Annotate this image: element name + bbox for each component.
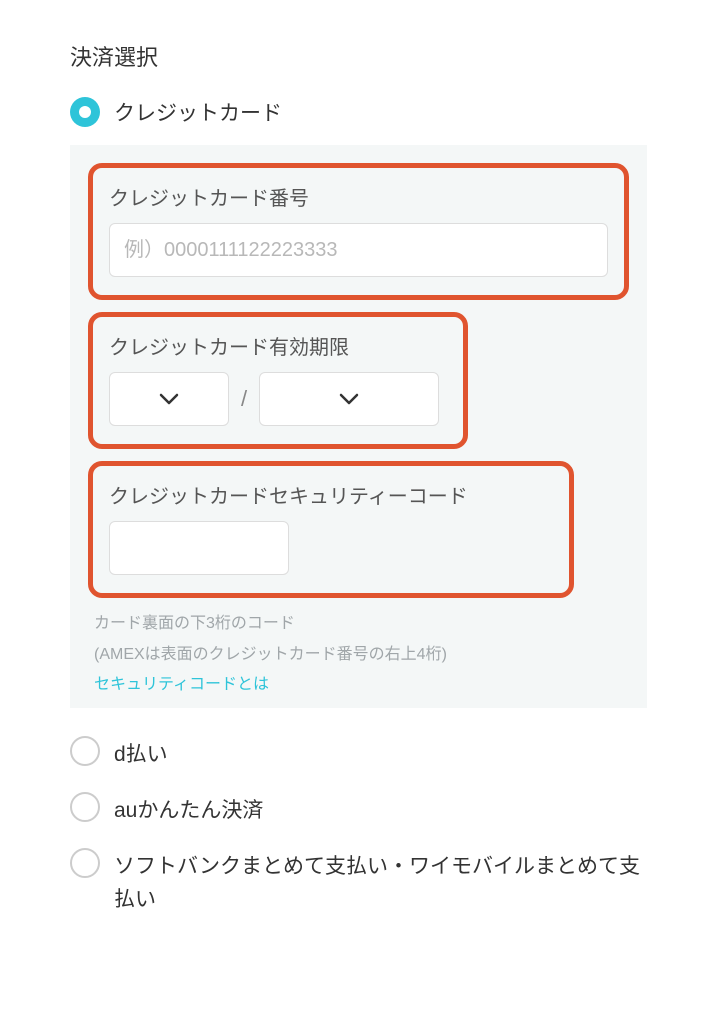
- credit-card-label: クレジットカード: [114, 97, 282, 127]
- card-security-highlight: クレジットカードセキュリティーコード: [88, 461, 574, 598]
- d-barai-label: d払い: [114, 736, 168, 772]
- card-expiry-highlight: クレジットカード有効期限 /: [88, 312, 468, 449]
- security-code-info-link[interactable]: セキュリティコードとは: [94, 670, 269, 694]
- chevron-down-icon: [339, 393, 359, 405]
- card-number-input[interactable]: [109, 223, 608, 277]
- radio-unselected-icon: [70, 736, 100, 766]
- payment-option-au[interactable]: auかんたん決済: [70, 792, 647, 828]
- credit-card-panel: クレジットカード番号 クレジットカード有効期限 / クレジットカードセキュリティ…: [70, 145, 647, 708]
- chevron-down-icon: [159, 393, 179, 405]
- payment-option-softbank[interactable]: ソフトバンクまとめて支払い・ワイモバイルまとめて支払い: [70, 848, 647, 917]
- security-hint-line2: (AMEXは表面のクレジットカード番号の右上4桁): [94, 641, 629, 668]
- radio-unselected-icon: [70, 848, 100, 878]
- expiry-row: /: [109, 372, 447, 426]
- payment-section-title: 決済選択: [70, 40, 647, 72]
- softbank-label: ソフトバンクまとめて支払い・ワイモバイルまとめて支払い: [114, 848, 647, 917]
- expiry-year-select[interactable]: [259, 372, 439, 426]
- card-security-label: クレジットカードセキュリティーコード: [109, 480, 553, 509]
- expiry-separator: /: [241, 386, 247, 412]
- card-number-highlight: クレジットカード番号: [88, 163, 629, 300]
- radio-unselected-icon: [70, 792, 100, 822]
- expiry-month-select[interactable]: [109, 372, 229, 426]
- card-expiry-label: クレジットカード有効期限: [109, 331, 447, 360]
- security-hint-line1: カード裏面の下3桁のコード: [94, 610, 629, 637]
- other-payment-options: d払い auかんたん決済 ソフトバンクまとめて支払い・ワイモバイルまとめて支払い: [70, 736, 647, 916]
- card-number-label: クレジットカード番号: [109, 182, 608, 211]
- payment-option-credit-card[interactable]: クレジットカード: [70, 97, 647, 127]
- radio-selected-icon: [70, 97, 100, 127]
- payment-option-d-barai[interactable]: d払い: [70, 736, 647, 772]
- security-code-input[interactable]: [109, 521, 289, 575]
- au-label: auかんたん決済: [114, 792, 263, 828]
